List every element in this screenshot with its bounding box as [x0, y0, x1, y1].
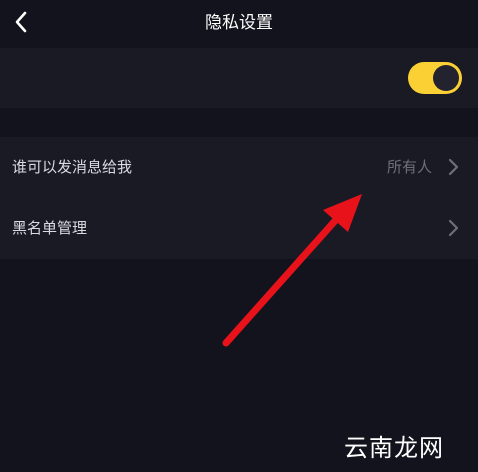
settings-section: 谁可以发消息给我 所有人 黑名单管理	[0, 137, 478, 259]
row-who-can-message[interactable]: 谁可以发消息给我 所有人	[0, 137, 478, 198]
row-label-blacklist: 黑名单管理	[12, 219, 88, 237]
row-label-who-can-message: 谁可以发消息给我	[12, 158, 133, 176]
chevron-right-icon	[448, 158, 459, 176]
header-bar: 隐私设置	[0, 0, 478, 46]
chevron-right-icon	[448, 219, 459, 237]
watermark-text: 云南龙网	[344, 434, 444, 462]
row-blacklist[interactable]: 黑名单管理	[0, 198, 478, 259]
chevron-left-icon	[15, 11, 27, 33]
row-value-who-can-message: 所有人	[386, 158, 432, 176]
privacy-toggle[interactable]	[408, 62, 462, 94]
toggle-row	[0, 48, 478, 108]
toggle-knob	[433, 65, 459, 91]
page-title: 隐私设置	[205, 13, 273, 33]
back-button[interactable]	[6, 6, 36, 38]
